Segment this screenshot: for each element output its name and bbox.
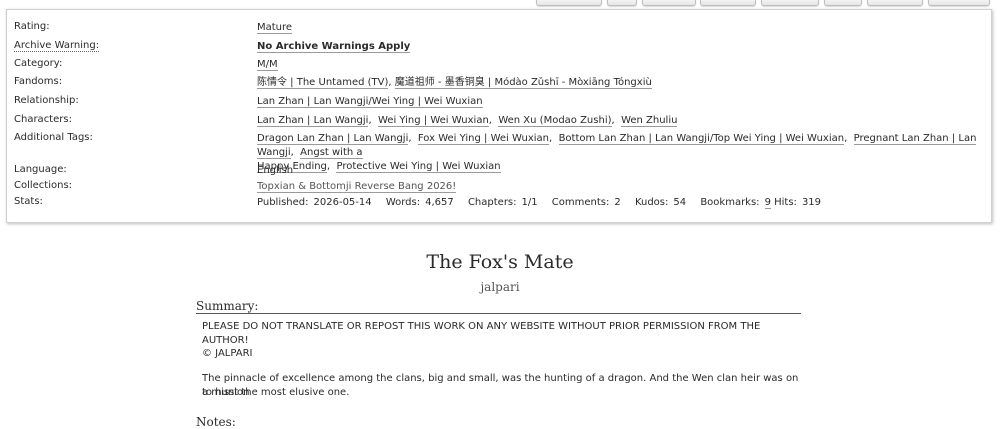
relationship-label: Relationship: (14, 95, 79, 106)
freeform-tag[interactable]: Angst with a (300, 147, 363, 159)
action-button[interactable] (928, 0, 990, 6)
relationship-tag[interactable]: Lan Zhan | Lan Wangji/Wei Ying | Wei Wux… (257, 96, 483, 108)
language-label: Language: (14, 164, 67, 175)
freeform-tag[interactable]: Fox Wei Ying | Wei Wuxian (417, 133, 550, 145)
character-tag[interactable]: Wen Zhuliu (621, 115, 678, 127)
summary-paragraph: PLEASE DO NOT TRANSLATE OR REPOST THIS W… (202, 321, 761, 346)
stats-label: Stats: (14, 196, 43, 207)
category-tag[interactable]: M/M (257, 59, 278, 71)
bookmarks-link[interactable]: 9 (764, 197, 771, 209)
published-value: 2026-05-14 (313, 197, 372, 208)
comments-label: Comments: (551, 197, 610, 208)
character-tag[interactable]: Wen Xu (Modao Zushi) (498, 115, 612, 127)
action-button[interactable] (867, 0, 923, 6)
warning-label[interactable]: Archive Warning: (14, 40, 100, 52)
comments-value: 2 (614, 197, 621, 208)
top-action-bar (0, 0, 1000, 6)
category-label: Category: (14, 58, 63, 69)
kudos-value: 54 (673, 197, 687, 208)
fandom-tag[interactable]: 魔道祖师 - 墨香铜臭 | Módào Zǔshī - Mòxiāng Tóng… (394, 77, 652, 89)
hits-value: 319 (801, 197, 822, 208)
work-title: The Fox's Mate (426, 251, 574, 273)
action-button[interactable] (536, 0, 602, 6)
collection-link[interactable]: Topxian & Bottomji Reverse Bang 2026! (257, 181, 457, 193)
hits-label: Hits: (774, 197, 797, 208)
bookmarks-label: Bookmarks: (700, 197, 760, 208)
character-tag[interactable]: Lan Zhan | Lan Wangji (257, 115, 369, 127)
characters-label: Characters: (14, 114, 72, 125)
language-value: English (257, 165, 294, 176)
words-value: 4,657 (425, 197, 454, 208)
chapters-value: 1/1 (521, 197, 538, 208)
work-meta-box: Rating: Mature Archive Warning: No Archi… (6, 9, 992, 223)
warning-tag[interactable]: No Archive Warnings Apply (257, 41, 411, 53)
fandoms-label: Fandoms: (14, 76, 63, 87)
notes-heading: Notes: (196, 415, 236, 429)
author-link[interactable]: jalpari (480, 280, 519, 294)
chapters-label: Chapters: (467, 197, 517, 208)
summary-paragraph: to hunt the most elusive one. (202, 387, 350, 398)
action-button[interactable] (642, 0, 696, 6)
action-button[interactable] (700, 0, 756, 6)
words-label: Words: (385, 197, 421, 208)
action-button[interactable] (761, 0, 819, 6)
freeform-tag[interactable]: Bottom Lan Zhan | Lan Wangji/Top Wei Yin… (558, 133, 845, 145)
rating-tag[interactable]: Mature (257, 22, 293, 34)
summary-heading: Summary: (196, 299, 801, 314)
published-label: Published: (257, 197, 309, 208)
kudos-label: Kudos: (634, 197, 669, 208)
tags-label: Additional Tags: (14, 132, 93, 143)
freeform-tag[interactable]: Dragon Lan Zhan | Lan Wangji (257, 133, 409, 145)
action-button[interactable] (607, 0, 637, 6)
action-button[interactable] (824, 0, 862, 6)
rating-label: Rating: (14, 21, 50, 32)
character-tag[interactable]: Wei Ying | Wei Wuxian (377, 115, 489, 127)
summary-paragraph: © JALPARI (202, 348, 253, 359)
collections-label: Collections: (14, 180, 73, 191)
fandom-tag[interactable]: 陈情令 | The Untamed (TV) (257, 77, 389, 89)
